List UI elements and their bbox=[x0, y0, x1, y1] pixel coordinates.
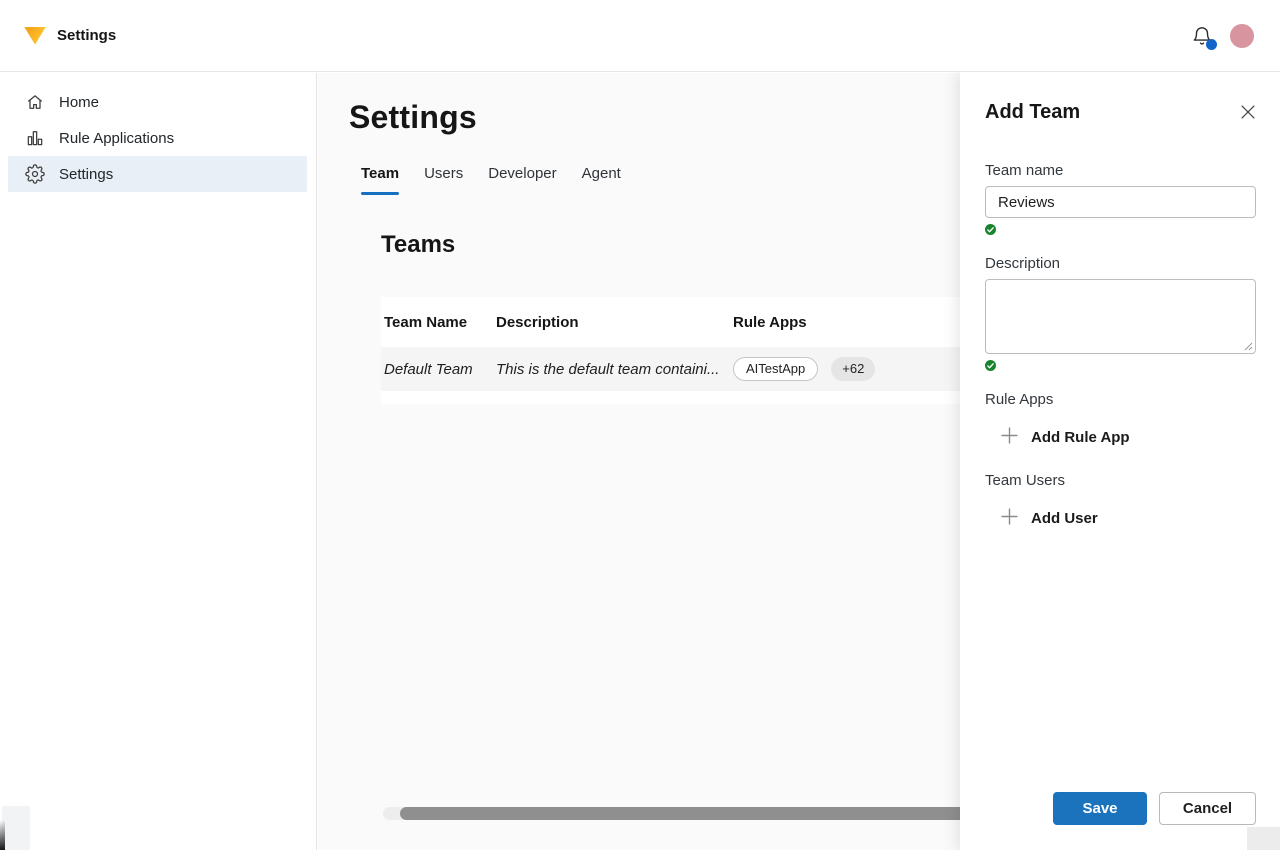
sidebar-item-label: Rule Applications bbox=[59, 130, 174, 147]
sidebar-item-home[interactable]: Home bbox=[8, 84, 307, 120]
description-textarea[interactable] bbox=[985, 279, 1256, 354]
column-header-description: Description bbox=[496, 314, 733, 331]
more-count-badge: +62 bbox=[831, 357, 875, 381]
description-label: Description bbox=[985, 255, 1256, 272]
close-icon[interactable] bbox=[1240, 104, 1256, 120]
status-fragment bbox=[2, 806, 30, 850]
rule-app-pill: AITestApp bbox=[733, 357, 818, 381]
user-avatar[interactable] bbox=[1230, 24, 1254, 48]
sidebar-nav: Home Rule Applications Settings bbox=[0, 73, 317, 850]
add-team-panel: Add Team Team name Description Rule Apps… bbox=[960, 72, 1280, 850]
team-name-valid-check-icon bbox=[985, 224, 996, 235]
gear-icon bbox=[25, 164, 45, 184]
bar-chart-icon bbox=[25, 128, 45, 148]
tab-users[interactable]: Users bbox=[424, 165, 463, 195]
column-header-team-name: Team Name bbox=[384, 314, 496, 331]
sidebar-item-settings[interactable]: Settings bbox=[8, 156, 307, 192]
tab-agent[interactable]: Agent bbox=[582, 165, 621, 195]
sidebar-item-label: Home bbox=[59, 94, 99, 111]
notification-dot bbox=[1206, 39, 1217, 50]
save-button[interactable]: Save bbox=[1053, 792, 1147, 825]
panel-title: Add Team bbox=[985, 100, 1080, 124]
cell-team-name: Default Team bbox=[384, 361, 496, 378]
app-header: Settings bbox=[0, 0, 1280, 72]
plus-icon bbox=[1001, 508, 1018, 529]
tab-developer[interactable]: Developer bbox=[488, 165, 556, 195]
rule-apps-label: Rule Apps bbox=[985, 391, 1256, 408]
notifications-button[interactable] bbox=[1191, 24, 1213, 48]
add-user-label: Add User bbox=[1031, 510, 1098, 527]
add-rule-app-button[interactable]: Add Rule App bbox=[1001, 427, 1130, 448]
app-title: Settings bbox=[57, 27, 116, 44]
sidebar-item-rule-applications[interactable]: Rule Applications bbox=[8, 120, 307, 156]
add-user-button[interactable]: Add User bbox=[1001, 508, 1098, 529]
team-users-label: Team Users bbox=[985, 472, 1256, 489]
tab-team[interactable]: Team bbox=[361, 165, 399, 195]
cell-description: This is the default team containi... bbox=[496, 361, 733, 378]
description-valid-check-icon bbox=[985, 360, 996, 371]
plus-icon bbox=[1001, 427, 1018, 448]
home-icon bbox=[25, 92, 45, 112]
team-name-input[interactable] bbox=[985, 186, 1256, 218]
brand-logo-triangle-icon bbox=[24, 27, 46, 45]
cancel-button[interactable]: Cancel bbox=[1159, 792, 1256, 825]
scrollbar-corner bbox=[1247, 827, 1280, 850]
add-rule-app-label: Add Rule App bbox=[1031, 429, 1130, 446]
team-name-label: Team name bbox=[985, 162, 1256, 179]
sidebar-item-label: Settings bbox=[59, 166, 113, 183]
